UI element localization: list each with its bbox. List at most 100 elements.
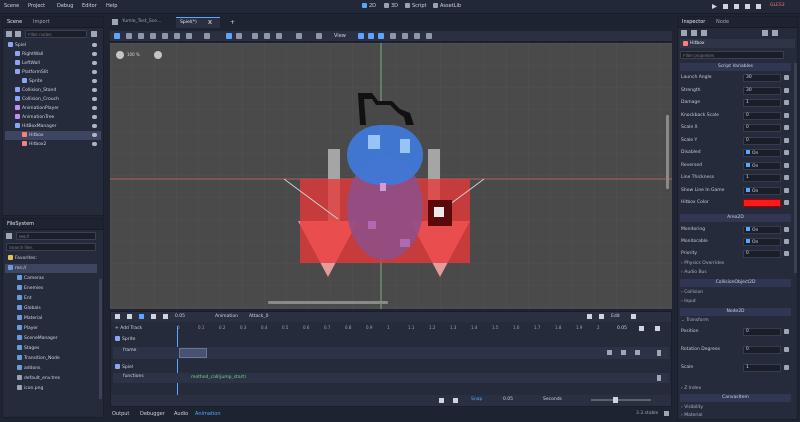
- inspector-scrollbar[interactable]: [794, 63, 797, 273]
- area2d-section[interactable]: Area2D: [680, 214, 791, 222]
- play-custom-icon[interactable]: [756, 4, 761, 9]
- visibility-group[interactable]: › Visibility: [681, 405, 703, 410]
- method-key[interactable]: method_call(jump_start): [191, 375, 246, 380]
- revert-icon[interactable]: [784, 227, 789, 232]
- anim-key-position-icon[interactable]: [358, 33, 364, 39]
- revert-icon[interactable]: [784, 112, 789, 118]
- tab-spiel[interactable]: Spiel(*): [176, 17, 220, 28]
- tab-filesystem[interactable]: FileSystem: [7, 221, 34, 227]
- menu-debug[interactable]: Debug: [57, 3, 73, 9]
- lock-icon[interactable]: [252, 33, 258, 39]
- fs-item[interactable]: Material: [5, 314, 97, 323]
- input-group[interactable]: › Input: [681, 299, 696, 304]
- panel-expand-icon[interactable]: [664, 411, 669, 416]
- fs-item[interactable]: icon.png: [5, 384, 97, 393]
- workspace-3d[interactable]: 3D: [384, 3, 398, 9]
- history-next-icon[interactable]: [772, 30, 778, 36]
- canvas-item-section[interactable]: CanvasItem: [680, 394, 791, 402]
- tab-scene[interactable]: Scene: [7, 19, 22, 25]
- track-row-functions[interactable]: functions method_call(jump_start): [113, 373, 669, 383]
- fs-item[interactable]: Transition_Node: [5, 354, 97, 363]
- fs-item[interactable]: res://: [5, 264, 97, 273]
- anim-position-field[interactable]: 0.05: [175, 314, 185, 319]
- property-value[interactable]: On: [743, 186, 781, 195]
- visibility-icon[interactable]: [92, 142, 97, 146]
- loop-icon[interactable]: [639, 326, 644, 331]
- move-tool-icon[interactable]: [126, 33, 132, 39]
- path-field[interactable]: [16, 232, 96, 240]
- collision-object-section[interactable]: CollisionObject2D: [680, 279, 791, 287]
- menu-help[interactable]: Help: [106, 3, 117, 9]
- tab-import[interactable]: Import: [33, 19, 50, 25]
- renderer-label[interactable]: GLES3: [770, 3, 785, 8]
- animation-select[interactable]: Attack_0: [249, 314, 268, 319]
- property-value[interactable]: On: [743, 238, 781, 246]
- play-backwards-start-icon[interactable]: [127, 314, 132, 319]
- property-value[interactable]: On: [743, 149, 781, 157]
- play-backwards-icon[interactable]: [115, 314, 120, 319]
- scene-node-hitbox2[interactable]: Hitbox2: [5, 140, 101, 149]
- tab-debugger[interactable]: Debugger: [140, 411, 165, 417]
- revert-icon[interactable]: [784, 365, 789, 370]
- visibility-icon[interactable]: [92, 115, 97, 119]
- revert-icon[interactable]: [784, 347, 789, 352]
- property-value[interactable]: 30: [743, 74, 781, 82]
- pivot-tool-icon[interactable]: [174, 33, 180, 39]
- zoom-slider[interactable]: [591, 399, 651, 401]
- zoom-out-icon[interactable]: [116, 51, 124, 59]
- audio-bus-group[interactable]: › Audio Bus: [681, 270, 707, 275]
- pan-tool-icon[interactable]: [186, 33, 192, 39]
- workspace-assetlib[interactable]: AssetLib: [433, 3, 461, 9]
- scene-node-sprite[interactable]: Sprite: [5, 77, 101, 86]
- filter-tracks-icon[interactable]: [439, 398, 444, 403]
- skeleton-icon[interactable]: [276, 33, 282, 39]
- property-value[interactable]: 1: [743, 364, 781, 372]
- workspace-2d[interactable]: 2D: [362, 3, 376, 9]
- visibility-icon[interactable]: [92, 52, 97, 56]
- checkbox-icon[interactable]: [746, 150, 750, 154]
- search-files-input[interactable]: [6, 243, 96, 251]
- save-resource-icon[interactable]: [701, 30, 707, 36]
- play-scene-icon[interactable]: [745, 4, 750, 9]
- view-options-icon[interactable]: [316, 33, 322, 39]
- anim-key-rotation-icon[interactable]: [368, 33, 374, 39]
- menu-project[interactable]: Project: [28, 3, 45, 9]
- rotate-tool-icon[interactable]: [138, 33, 144, 39]
- revert-icon[interactable]: [784, 187, 789, 193]
- fs-item[interactable]: Stages: [5, 344, 97, 353]
- material-group[interactable]: › Material: [681, 413, 703, 418]
- track-settings-icon[interactable]: [655, 326, 660, 331]
- scene-node-collision_stand[interactable]: Collision_Stand: [5, 86, 101, 95]
- fs-item[interactable]: default_env.tres: [5, 374, 97, 383]
- scale-tool-icon[interactable]: [150, 33, 156, 39]
- tab-node[interactable]: Node: [716, 19, 729, 25]
- visibility-icon[interactable]: [92, 88, 97, 92]
- unit-select[interactable]: Seconds: [543, 397, 562, 402]
- add-track-button[interactable]: + Add Track: [115, 326, 142, 331]
- property-value[interactable]: 0: [743, 136, 781, 145]
- autoplay-icon[interactable]: [587, 314, 592, 319]
- collision-group[interactable]: › Collision: [681, 290, 703, 295]
- property-value[interactable]: On: [743, 161, 781, 170]
- snap-options-icon[interactable]: [236, 33, 242, 39]
- snap-toggle[interactable]: Snap: [471, 397, 482, 402]
- instance-icon[interactable]: [15, 31, 21, 37]
- visibility-icon[interactable]: [92, 79, 97, 83]
- zoom-slider-handle[interactable]: [613, 397, 618, 403]
- scene-node-collision_crouch[interactable]: Collision_Crouch: [5, 95, 101, 104]
- create-resource-icon[interactable]: [681, 30, 687, 36]
- revert-icon[interactable]: [784, 239, 789, 244]
- visibility-icon[interactable]: [92, 97, 97, 101]
- physics-overrides-group[interactable]: › Physics Overrides: [681, 261, 724, 266]
- checkbox-icon[interactable]: [746, 227, 750, 231]
- history-prev-icon[interactable]: [762, 30, 768, 36]
- track-loop-mode-icon[interactable]: [635, 350, 640, 355]
- revert-icon[interactable]: [784, 329, 789, 334]
- edit-menu[interactable]: Edit: [611, 314, 620, 319]
- stop-icon[interactable]: [734, 4, 739, 9]
- property-value[interactable]: 1: [743, 99, 781, 107]
- canvas-viewport[interactable]: 100 %: [110, 43, 672, 309]
- script-variables-section[interactable]: Script Variables: [680, 63, 791, 71]
- step-field[interactable]: 0.05: [503, 397, 513, 402]
- anim-key-options-icon[interactable]: [402, 33, 408, 39]
